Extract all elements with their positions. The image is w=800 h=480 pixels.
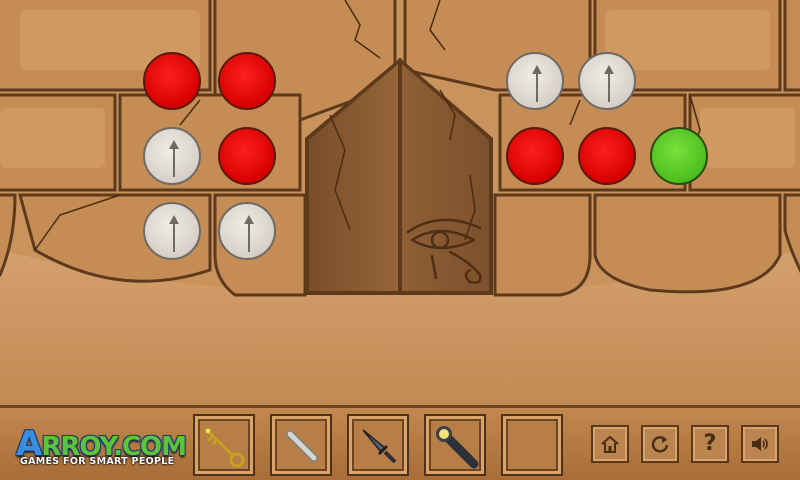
tomb-wall-scene [0, 0, 800, 405]
up-arrow-icon [169, 140, 179, 177]
speaker-icon [752, 437, 768, 451]
logo-tagline: GAMES FOR SMART PEOPLE [20, 456, 175, 467]
help-button[interactable]: ? [691, 425, 729, 463]
home-icon [601, 435, 619, 453]
gray-dot[interactable] [218, 202, 276, 260]
inventory-slot-dagger[interactable] [347, 414, 409, 476]
sound-button[interactable] [741, 425, 779, 463]
red-dot[interactable] [218, 127, 276, 185]
gray-dot[interactable] [143, 127, 201, 185]
green-dot[interactable] [650, 127, 708, 185]
red-dot[interactable] [506, 127, 564, 185]
stone-wall-background [0, 0, 800, 405]
gray-dot[interactable] [143, 202, 201, 260]
gray-dot[interactable] [506, 52, 564, 110]
question-icon: ? [703, 431, 717, 456]
flashlight-icon [436, 426, 479, 469]
toolbar: ARROY.COM GAMES FOR SMART PEOPLE ? [0, 405, 800, 480]
up-arrow-icon [604, 65, 614, 102]
dagger-icon [362, 429, 397, 464]
restart-button[interactable] [641, 425, 679, 463]
inventory-slot-flashlight[interactable] [424, 414, 486, 476]
arroy-logo[interactable]: ARROY.COM GAMES FOR SMART PEOPLE [16, 424, 187, 472]
home-button[interactable] [591, 425, 629, 463]
inventory-slot-empty[interactable] [501, 414, 563, 476]
inventory-slot-metal-rod[interactable] [270, 414, 332, 476]
red-dot[interactable] [143, 52, 201, 110]
red-dot[interactable] [218, 52, 276, 110]
rod-icon [286, 430, 318, 462]
restart-icon [651, 436, 669, 453]
inventory-slot-golden-key[interactable] [193, 414, 255, 476]
up-arrow-icon [532, 65, 542, 102]
key-icon [205, 428, 245, 468]
up-arrow-icon [169, 215, 179, 252]
gray-dot[interactable] [578, 52, 636, 110]
up-arrow-icon [244, 215, 254, 252]
red-dot[interactable] [578, 127, 636, 185]
